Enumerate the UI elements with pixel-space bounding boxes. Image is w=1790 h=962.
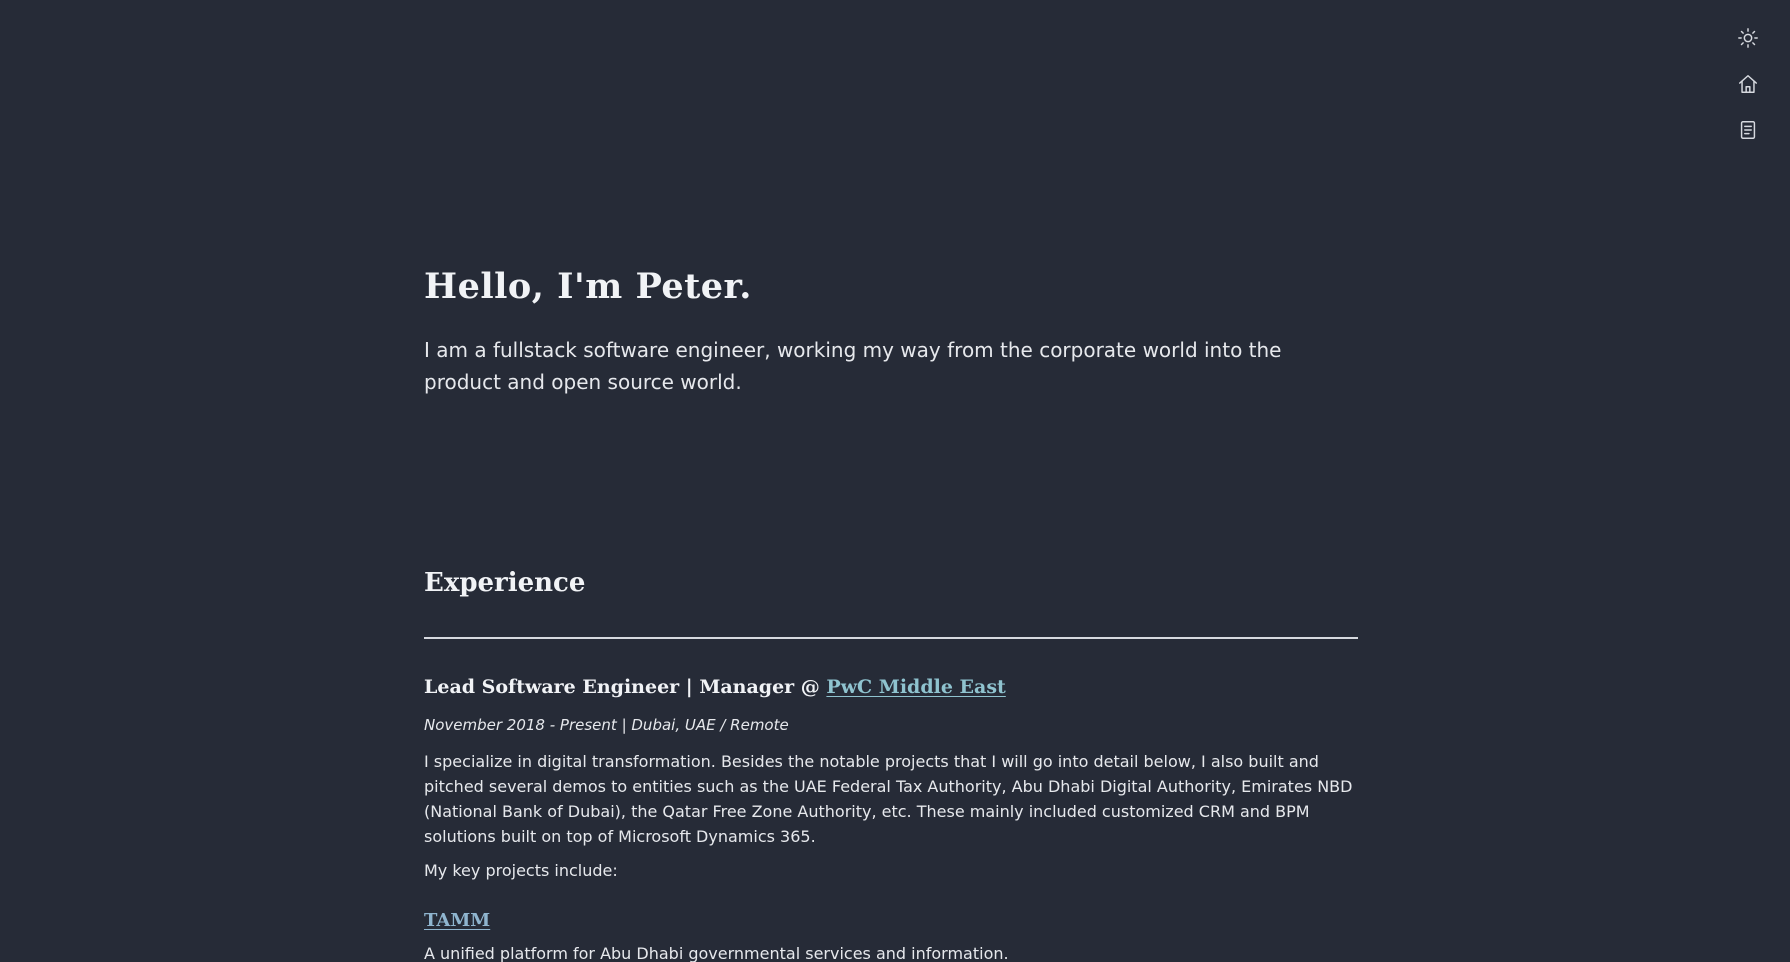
job-meta: November 2018 - Present | Dubai, UAE / R… [424,716,789,734]
side-nav [1728,18,1768,156]
hero-title: Hello, I'm Peter. [424,266,752,307]
job-title-text: Lead Software Engineer | Manager @ [424,676,827,698]
job-title: Lead Software Engineer | Manager @ PwC M… [424,676,1006,698]
document-icon [1740,121,1756,139]
home-icon [1739,75,1757,93]
section-divider [424,637,1358,639]
company-link[interactable]: PwC Middle East [826,676,1005,698]
experience-heading: Experience [424,568,586,598]
project-description: A unified platform for Abu Dhabi governm… [424,944,1009,962]
key-projects-label: My key projects include: [424,861,618,880]
resume-button[interactable] [1728,110,1768,150]
job-description: I specialize in digital transformation. … [424,752,1353,846]
sun-icon [1738,28,1758,48]
project-link-tamm[interactable]: TAMM [424,910,490,931]
theme-toggle-button[interactable] [1728,18,1768,58]
home-button[interactable] [1728,64,1768,104]
hero-subtitle: I am a fullstack software engineer, work… [424,338,1282,394]
